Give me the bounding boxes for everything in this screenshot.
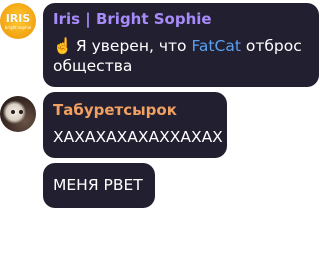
avatar-eye-left	[11, 110, 15, 114]
pointing-up-icon: ☝️	[53, 37, 73, 55]
message-text-part: Я уверен, что	[71, 37, 192, 55]
message-text: ☝️ Я уверен, что FatCat отброс общества	[53, 36, 315, 76]
iris-logo-subtext: bright sophie	[4, 24, 32, 30]
iris-logo-text: IRIS	[5, 11, 31, 25]
sender-name[interactable]: Iris | Bright Sophie	[53, 10, 212, 28]
message-bubble-iris[interactable]: Iris | Bright Sophie ☝️ Я уверен, что Fa…	[43, 3, 319, 87]
sender-name[interactable]: Табуретсырок	[53, 101, 177, 119]
message-bubble-tabouret-2[interactable]: МЕНЯ РВЕТ	[43, 163, 155, 208]
message-bubble-tabouret[interactable]: Табуретсырок ХАХАХАХАХАХХАХАХ	[43, 92, 227, 158]
message-text: МЕНЯ РВЕТ	[53, 176, 143, 194]
mention-link[interactable]: FatCat	[191, 37, 240, 55]
iris-avatar[interactable]: IRIS bright sophie	[0, 3, 36, 39]
avatar-eye-right	[19, 110, 23, 114]
tabouret-avatar[interactable]	[0, 96, 36, 132]
message-text: ХАХАХАХАХАХХАХАХ	[53, 128, 223, 146]
